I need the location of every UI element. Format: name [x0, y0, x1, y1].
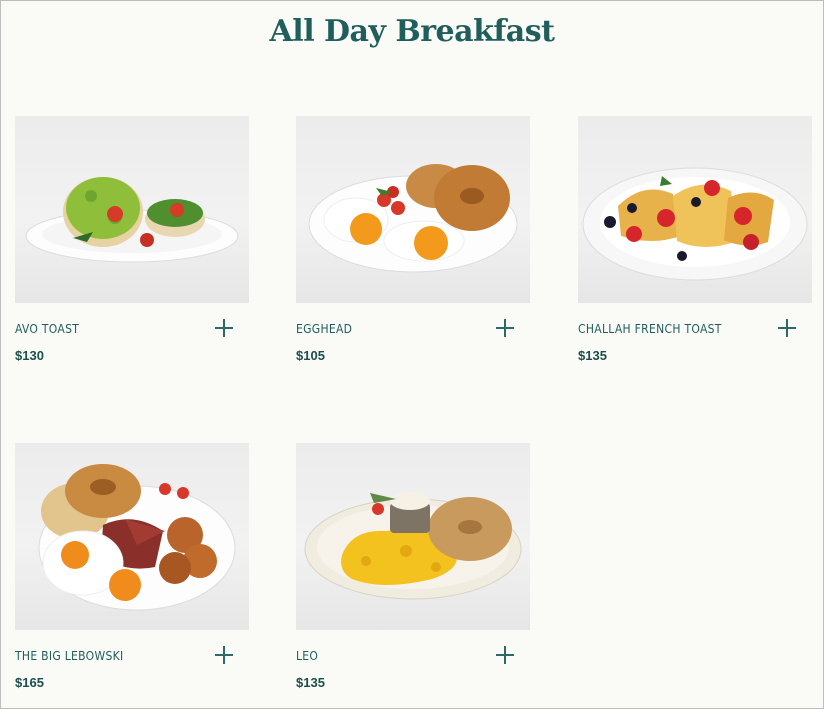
menu-item-the-big-lebowski[interactable]: THE BIG LEBOWSKI $165: [15, 443, 249, 690]
menu-item-header: LEO: [296, 646, 530, 666]
plus-icon[interactable]: [778, 319, 796, 337]
menu-item-header: THE BIG LEBOWSKI: [15, 646, 249, 666]
big-breakfast-photo[interactable]: [15, 443, 249, 630]
menu-item-price: $135: [578, 348, 607, 363]
menu-item-name: LEO: [296, 649, 319, 663]
menu-item-name: EGGHEAD: [296, 322, 353, 336]
menu-item-egghead[interactable]: EGGHEAD $105: [296, 116, 530, 363]
menu-item-name: CHALLAH FRENCH TOAST: [578, 322, 722, 336]
plus-icon[interactable]: [496, 319, 514, 337]
menu-item-header: CHALLAH FRENCH TOAST: [578, 319, 812, 339]
plus-icon[interactable]: [215, 319, 233, 337]
plus-icon[interactable]: [215, 646, 233, 664]
menu-item-leo[interactable]: LEO $135: [296, 443, 530, 690]
page-title: All Day Breakfast: [269, 14, 555, 49]
menu-item-price: $165: [15, 675, 44, 690]
bagel-eggs-photo[interactable]: [296, 116, 530, 303]
menu-item-name: AVO TOAST: [15, 322, 80, 336]
menu-item-price: $130: [15, 348, 44, 363]
menu-item-header: EGGHEAD: [296, 319, 530, 339]
scrambled-eggs-bagel-photo[interactable]: [296, 443, 530, 630]
menu-item-name: THE BIG LEBOWSKI: [15, 649, 124, 663]
plus-icon[interactable]: [496, 646, 514, 664]
avocado-toast-photo[interactable]: [15, 116, 249, 303]
menu-item-challah-french-toast[interactable]: CHALLAH FRENCH TOAST $135: [578, 116, 812, 363]
french-toast-photo[interactable]: [578, 116, 812, 303]
menu-item-price: $135: [296, 675, 325, 690]
menu-item-avo-toast[interactable]: AVO TOAST $130: [15, 116, 249, 363]
menu-item-price: $105: [296, 348, 325, 363]
menu-item-header: AVO TOAST: [15, 319, 249, 339]
